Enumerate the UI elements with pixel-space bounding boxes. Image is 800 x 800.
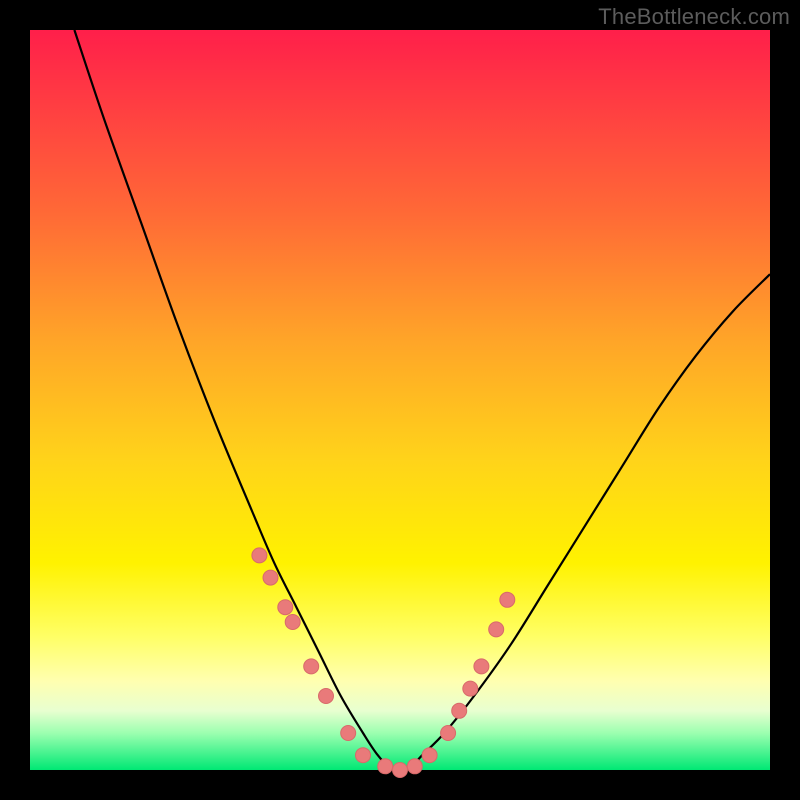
marker-group (252, 548, 515, 778)
marker-dot (319, 689, 334, 704)
marker-dot (278, 600, 293, 615)
marker-dot (393, 763, 408, 778)
marker-dot (463, 681, 478, 696)
marker-dot (263, 570, 278, 585)
marker-dot (500, 592, 515, 607)
watermark-text: TheBottleneck.com (598, 4, 790, 30)
marker-dot (356, 748, 371, 763)
marker-dot (378, 759, 393, 774)
marker-dot (304, 659, 319, 674)
marker-dot (474, 659, 489, 674)
marker-dot (452, 703, 467, 718)
chart-frame: TheBottleneck.com (0, 0, 800, 800)
bottleneck-curve (74, 30, 770, 772)
marker-dot (341, 726, 356, 741)
curve-layer (30, 30, 770, 770)
marker-dot (441, 726, 456, 741)
marker-dot (489, 622, 504, 637)
marker-dot (285, 615, 300, 630)
marker-dot (407, 759, 422, 774)
marker-dot (422, 748, 437, 763)
marker-dot (252, 548, 267, 563)
